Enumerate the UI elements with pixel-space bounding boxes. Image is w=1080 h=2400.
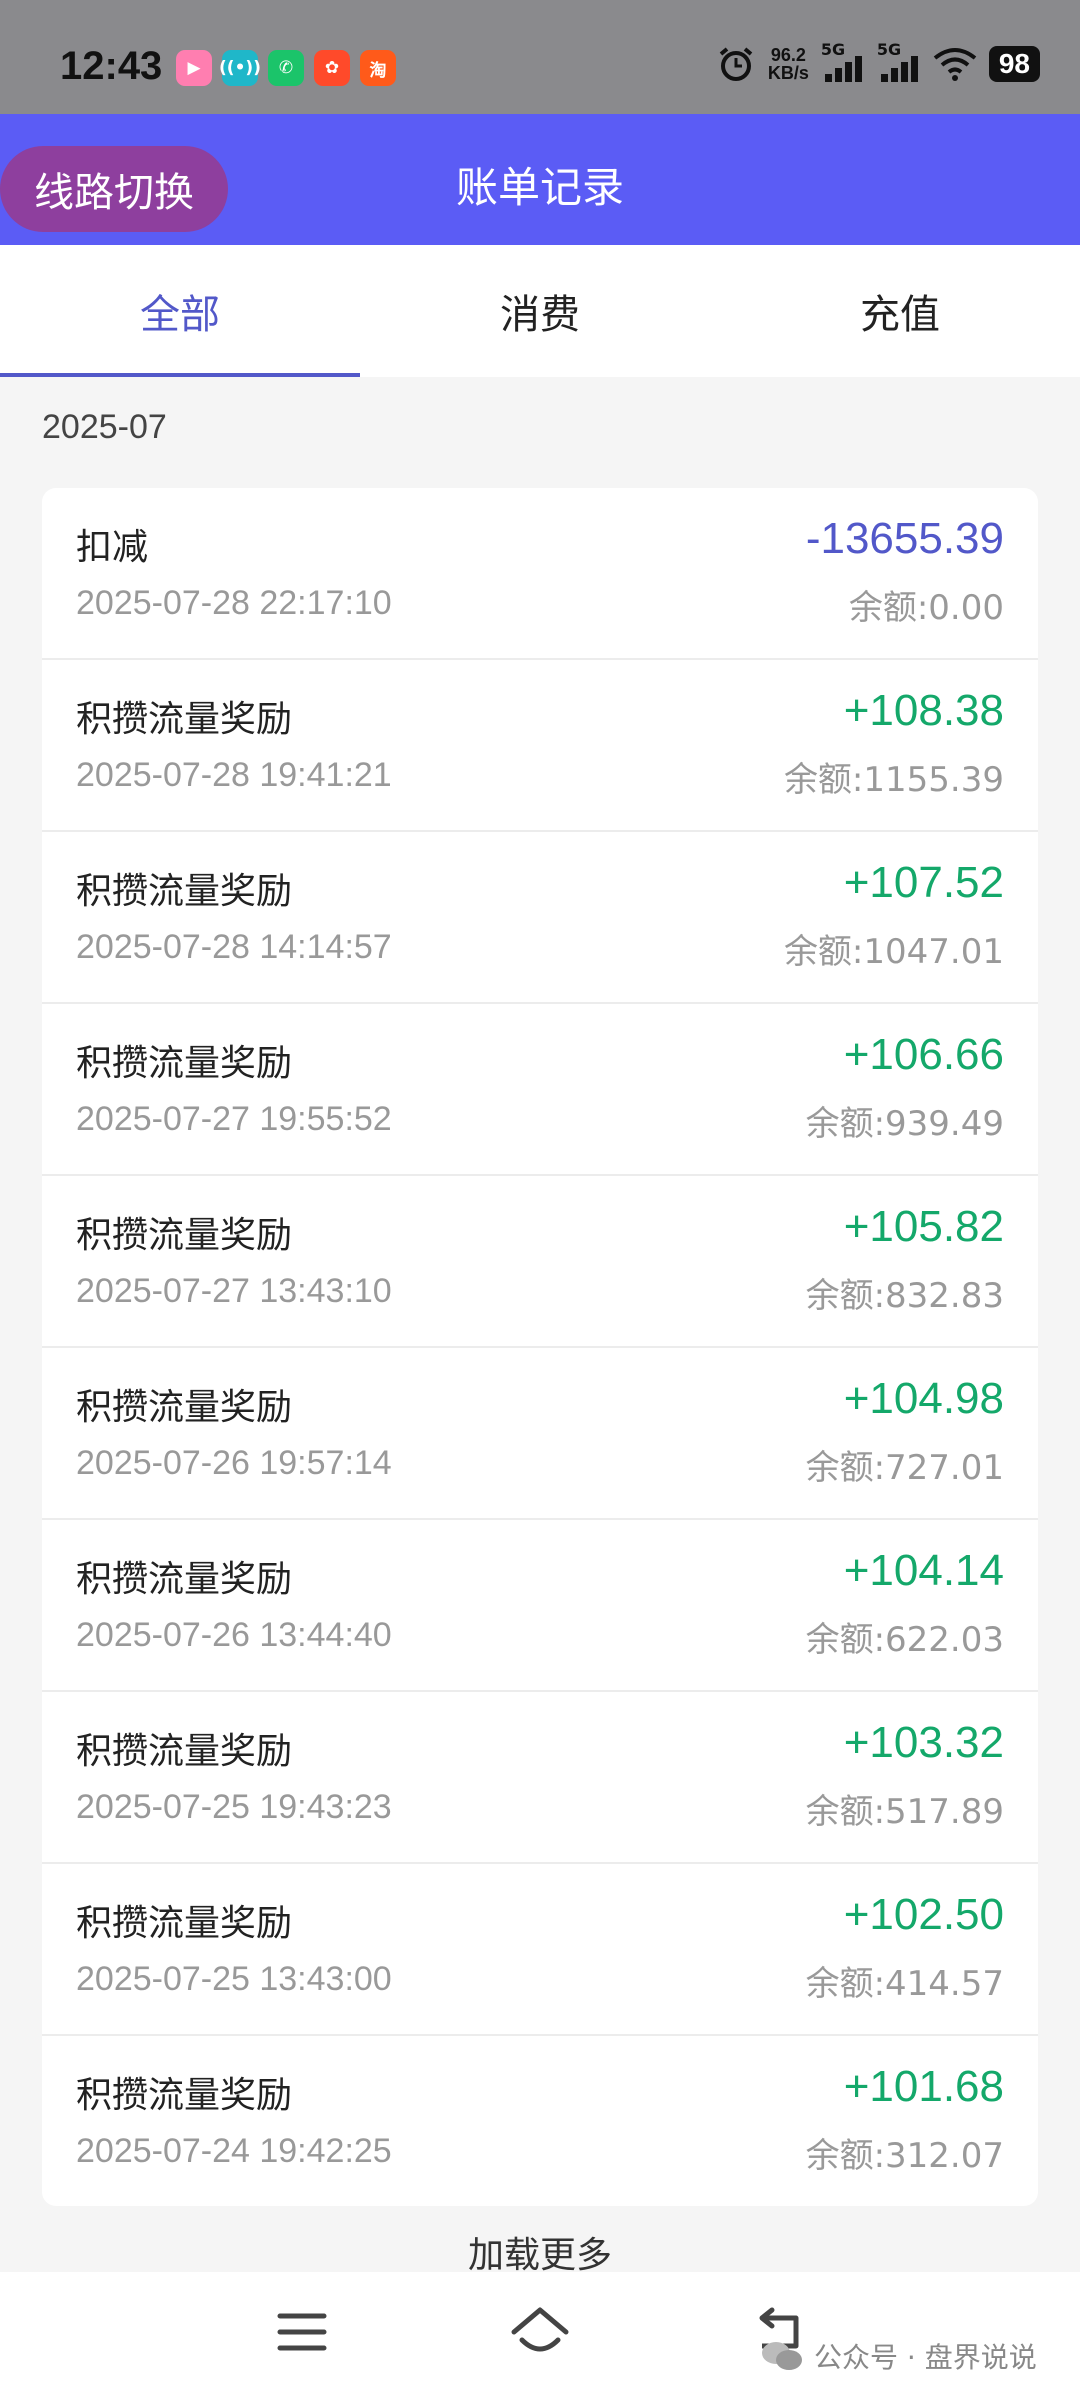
bilibili-app-icon: ▶ [176, 50, 212, 86]
transaction-balance: 余额:517.89 [805, 1792, 1004, 1832]
transaction-amount: +103.32 [843, 1718, 1004, 1767]
tab-all[interactable]: 全部 [0, 245, 360, 377]
home-icon[interactable] [510, 2306, 570, 2358]
transaction-title: 积攒流量奖励 [76, 1559, 293, 1600]
transaction-balance: 余额:1047.01 [783, 932, 1004, 972]
transaction-row[interactable]: 积攒流量奖励 2025-07-28 19:41:21 +108.38 余额:11… [42, 660, 1038, 832]
transaction-balance: 余额:832.83 [805, 1276, 1004, 1316]
transaction-amount: -13655.39 [805, 514, 1004, 563]
transaction-row[interactable]: 积攒流量奖励 2025-07-27 19:55:52 +106.66 余额:93… [42, 1004, 1038, 1176]
app-header: 线路切换 账单记录 [0, 114, 1080, 245]
transaction-title: 积攒流量奖励 [76, 2075, 293, 2116]
transaction-list: 扣减 2025-07-28 22:17:10 -13655.39 余额:0.00… [42, 488, 1038, 2206]
signal-sim2-icon: 5G [877, 40, 921, 84]
notification-icons: ▶ ((•)) ✆ ✿ 淘 [176, 50, 396, 86]
transaction-amount: +105.82 [843, 1202, 1004, 1251]
transaction-title: 积攒流量奖励 [76, 1731, 293, 1772]
tab-recharge[interactable]: 充值 [720, 245, 1080, 377]
transaction-time: 2025-07-28 22:17:10 [76, 584, 392, 622]
transaction-title: 积攒流量奖励 [76, 1215, 293, 1256]
transaction-balance: 余额:727.01 [805, 1448, 1004, 1488]
transaction-row[interactable]: 积攒流量奖励 2025-07-26 19:57:14 +104.98 余额:72… [42, 1348, 1038, 1520]
menu-icon[interactable] [276, 2306, 328, 2358]
transaction-row[interactable]: 积攒流量奖励 2025-07-26 13:44:40 +104.14 余额:62… [42, 1520, 1038, 1692]
transaction-title: 积攒流量奖励 [76, 1387, 293, 1428]
transaction-title: 积攒流量奖励 [76, 1903, 293, 1944]
tab-consumption[interactable]: 消费 [360, 245, 720, 377]
signal-sim1-icon: 5G [821, 40, 865, 84]
transaction-amount: +104.14 [843, 1546, 1004, 1595]
transaction-balance: 余额:622.03 [805, 1620, 1004, 1660]
transaction-title: 积攒流量奖励 [76, 699, 293, 740]
wechat-logo-icon [762, 2342, 802, 2370]
net-speed: 96.2 KB/s [767, 45, 809, 83]
transaction-title: 扣减 [76, 527, 149, 568]
transaction-amount: +108.38 [843, 686, 1004, 735]
status-bar: 12:43 ▶ ((•)) ✆ ✿ 淘 96.2 KB/s 5G 5G 98 [0, 0, 1080, 114]
taobao-app-icon: 淘 [360, 50, 396, 86]
page-title: 账单记录 [455, 163, 624, 212]
transaction-title: 积攒流量奖励 [76, 1043, 293, 1084]
transaction-time: 2025-07-28 14:14:57 [76, 928, 392, 966]
status-time: 12:43 [60, 44, 163, 88]
transaction-time: 2025-07-25 13:43:00 [76, 1960, 392, 1998]
transaction-amount: +101.68 [843, 2062, 1004, 2111]
transaction-row[interactable]: 积攒流量奖励 2025-07-24 19:42:25 +101.68 余额:31… [42, 2036, 1038, 2206]
transaction-row[interactable]: 扣减 2025-07-28 22:17:10 -13655.39 余额:0.00 [42, 488, 1038, 660]
transaction-balance: 余额:1155.39 [783, 760, 1004, 800]
transaction-amount: +106.66 [843, 1030, 1004, 1079]
transaction-time: 2025-07-26 19:57:14 [76, 1444, 392, 1482]
transaction-amount: +104.98 [843, 1374, 1004, 1423]
shopping-app-icon: ✿ [314, 50, 350, 86]
transaction-amount: +107.52 [843, 858, 1004, 907]
transaction-time: 2025-07-25 19:43:23 [76, 1788, 392, 1826]
watermark: 公众号 · 盘界说说 [760, 2336, 1037, 2376]
transaction-row[interactable]: 积攒流量奖励 2025-07-25 13:43:00 +102.50 余额:41… [42, 1864, 1038, 2036]
transaction-time: 2025-07-27 19:55:52 [76, 1100, 392, 1138]
transaction-row[interactable]: 积攒流量奖励 2025-07-27 13:43:10 +105.82 余额:83… [42, 1176, 1038, 1348]
transaction-balance: 余额:0.00 [848, 588, 1004, 628]
watermark-text: 公众号 · 盘界说说 [814, 2341, 1037, 2374]
transaction-time: 2025-07-27 13:43:10 [76, 1272, 392, 1310]
transaction-balance: 余额:312.07 [805, 2136, 1004, 2176]
transaction-row[interactable]: 积攒流量奖励 2025-07-28 14:14:57 +107.52 余额:10… [42, 832, 1038, 1004]
transaction-time: 2025-07-24 19:42:25 [76, 2132, 392, 2170]
wifi-icon [933, 48, 977, 81]
load-more-button[interactable]: 加载更多 [0, 2226, 1080, 2278]
phone-app-icon: ✆ [268, 50, 304, 86]
status-right: 96.2 KB/s 5G 5G 98 [716, 40, 1040, 84]
transaction-balance: 余额:939.49 [805, 1104, 1004, 1144]
alarm-icon [719, 47, 753, 81]
signal-app-icon: ((•)) [219, 50, 261, 86]
transaction-row[interactable]: 积攒流量奖励 2025-07-25 19:43:23 +103.32 余额:51… [42, 1692, 1038, 1864]
filter-tabs: 全部 消费 充值 [0, 245, 1080, 377]
transaction-time: 2025-07-28 19:41:21 [76, 756, 392, 794]
battery-indicator: 98 [988, 46, 1040, 82]
month-header: 2025-07 [42, 408, 167, 446]
transaction-time: 2025-07-26 13:44:40 [76, 1616, 392, 1654]
transaction-title: 积攒流量奖励 [76, 871, 293, 912]
transaction-balance: 余额:414.57 [805, 1964, 1004, 2004]
transaction-amount: +102.50 [843, 1890, 1004, 1939]
